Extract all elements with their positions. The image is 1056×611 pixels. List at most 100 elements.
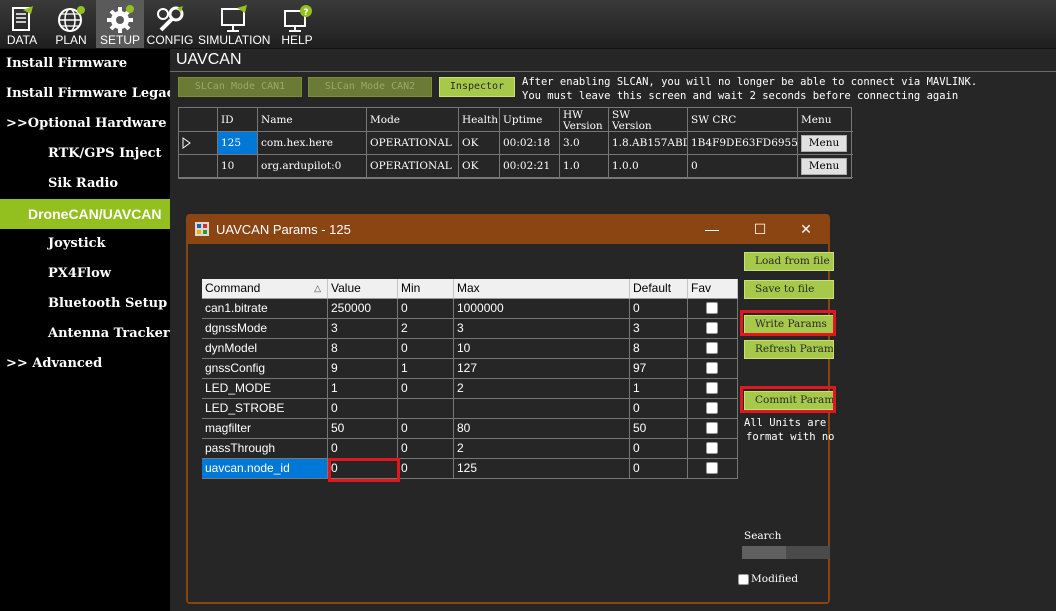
param-min-cell[interactable] [398, 399, 454, 419]
param-max-cell[interactable]: 125 [454, 459, 630, 479]
param-min-cell[interactable]: 0 [398, 439, 454, 459]
fav-cell[interactable] [688, 419, 738, 439]
fav-cell[interactable] [688, 439, 738, 459]
fav-checkbox[interactable] [706, 302, 718, 314]
param-command-cell[interactable]: passThrough [202, 439, 328, 459]
fav-checkbox[interactable] [706, 342, 718, 354]
fav-cell[interactable] [688, 299, 738, 319]
param-min-cell[interactable]: 2 [398, 319, 454, 339]
param-max-cell[interactable]: 127 [454, 359, 630, 379]
param-min-cell[interactable]: 1 [398, 359, 454, 379]
column-header-max[interactable]: Max [454, 279, 630, 299]
fav-checkbox[interactable] [706, 462, 718, 474]
fav-cell[interactable] [688, 339, 738, 359]
param-max-cell[interactable]: 2 [454, 379, 630, 399]
column-header-uptime[interactable]: Uptime [500, 108, 560, 132]
param-value-cell[interactable]: 0 [328, 439, 398, 459]
column-header-id[interactable]: ID [218, 108, 258, 132]
param-min-cell[interactable]: 0 [398, 419, 454, 439]
sidebar-item-advanced[interactable]: >> Advanced [0, 349, 170, 379]
column-header-name[interactable]: Name [258, 108, 367, 132]
param-command-cell[interactable]: uavcan.node_id [202, 459, 328, 479]
column-header-menu[interactable]: Menu [798, 108, 853, 132]
node-id-cell[interactable]: 125 [218, 132, 258, 155]
param-default-cell[interactable]: 0 [630, 459, 688, 479]
toolbar-data-button[interactable]: DATA [0, 0, 44, 48]
sidebar-item-install-firmware[interactable]: Install Firmware [0, 49, 170, 79]
slcan-mode-can2-button[interactable]: SLCan Mode CAN2 [308, 77, 432, 97]
param-value-cell[interactable]: 3 [328, 319, 398, 339]
param-default-cell[interactable]: 0 [630, 399, 688, 419]
fav-checkbox[interactable] [706, 422, 718, 434]
fav-checkbox[interactable] [706, 402, 718, 414]
node-mode-cell[interactable]: OPERATIONAL [367, 155, 459, 178]
param-command-cell[interactable]: LED_MODE [202, 379, 328, 399]
column-header-sw-crc[interactable]: SW CRC [688, 108, 798, 132]
node-sw-version-cell[interactable]: 1.8.AB157ABD [609, 132, 688, 155]
column-header-command[interactable]: Command △ [202, 279, 328, 299]
node-hw-version-cell[interactable]: 3.0 [560, 132, 609, 155]
fav-cell[interactable] [688, 319, 738, 339]
column-header-min[interactable]: Min [398, 279, 454, 299]
node-uptime-cell[interactable]: 00:02:21 [500, 155, 560, 178]
param-max-cell[interactable] [454, 399, 630, 419]
param-value-cell[interactable]: 250000 [328, 299, 398, 319]
param-command-cell[interactable]: dgnssMode [202, 319, 328, 339]
fav-cell[interactable] [688, 379, 738, 399]
node-health-cell[interactable]: OK [459, 132, 500, 155]
fav-checkbox[interactable] [706, 362, 718, 374]
search-input-field[interactable] [742, 546, 786, 559]
param-command-cell[interactable]: LED_STROBE [202, 399, 328, 419]
param-default-cell[interactable]: 3 [630, 319, 688, 339]
node-sw-crc-cell[interactable]: 0 [688, 155, 798, 178]
param-min-cell[interactable]: 0 [398, 459, 454, 479]
toolbar-config-button[interactable]: CONFIG [146, 0, 194, 48]
sidebar-item-dronecan-uavcan[interactable]: DroneCAN/UAVCAN [0, 199, 170, 229]
sidebar-item-bluetooth-setup[interactable]: Bluetooth Setup [0, 289, 170, 319]
slcan-mode-can1-button[interactable]: SLCan Mode CAN1 [178, 77, 302, 97]
param-value-cell[interactable]: 0 [328, 399, 398, 419]
toolbar-help-button[interactable]: ? HELP [274, 0, 320, 48]
param-max-cell[interactable]: 10 [454, 339, 630, 359]
node-name-cell[interactable]: com.hex.here [258, 132, 367, 155]
param-min-cell[interactable]: 0 [398, 379, 454, 399]
param-default-cell[interactable]: 8 [630, 339, 688, 359]
param-value-cell[interactable]: 8 [328, 339, 398, 359]
column-header-health[interactable]: Health [459, 108, 500, 132]
node-menu-button[interactable]: Menu [801, 158, 847, 175]
param-default-cell[interactable]: 50 [630, 419, 688, 439]
sidebar-item-optional-hardware[interactable]: >>Optional Hardware [0, 109, 170, 139]
param-command-cell[interactable]: magfilter [202, 419, 328, 439]
param-max-cell[interactable]: 3 [454, 319, 630, 339]
search-input[interactable] [742, 546, 830, 559]
inspector-button[interactable]: Inspector [439, 77, 515, 97]
param-default-cell[interactable]: 0 [630, 299, 688, 319]
sidebar-item-install-firmware-legacy[interactable]: Install Firmware Legacy [0, 79, 170, 109]
toolbar-setup-button[interactable]: SETUP [96, 0, 144, 48]
param-value-cell[interactable]: 1 [328, 379, 398, 399]
sidebar-item-joystick[interactable]: Joystick [0, 229, 170, 259]
close-icon[interactable]: ✕ [796, 220, 816, 238]
param-max-cell[interactable]: 80 [454, 419, 630, 439]
param-default-cell[interactable]: 0 [630, 439, 688, 459]
fav-cell[interactable] [688, 459, 738, 479]
maximize-icon[interactable]: ☐ [750, 220, 770, 238]
modified-checkbox[interactable] [738, 574, 749, 585]
toolbar-simulation-button[interactable]: SIMULATION [198, 0, 270, 48]
param-min-cell[interactable]: 0 [398, 339, 454, 359]
node-uptime-cell[interactable]: 00:02:18 [500, 132, 560, 155]
node-id-cell[interactable]: 10 [218, 155, 258, 178]
param-command-cell[interactable]: dynModel [202, 339, 328, 359]
fav-checkbox[interactable] [706, 322, 718, 334]
column-header-default[interactable]: Default [630, 279, 688, 299]
column-header-mode[interactable]: Mode [367, 108, 459, 132]
param-value-cell[interactable]: 50 [328, 419, 398, 439]
fav-cell[interactable] [688, 399, 738, 419]
node-sw-version-cell[interactable]: 1.0.0 [609, 155, 688, 178]
sidebar-item-sik-radio[interactable]: Sik Radio [0, 169, 170, 199]
fav-checkbox[interactable] [706, 442, 718, 454]
sidebar-item-rtk-gps-inject[interactable]: RTK/GPS Inject [0, 139, 170, 169]
column-header-hw-version[interactable]: HW Version [560, 108, 609, 132]
param-command-cell[interactable]: gnssConfig [202, 359, 328, 379]
param-command-cell[interactable]: can1.bitrate [202, 299, 328, 319]
